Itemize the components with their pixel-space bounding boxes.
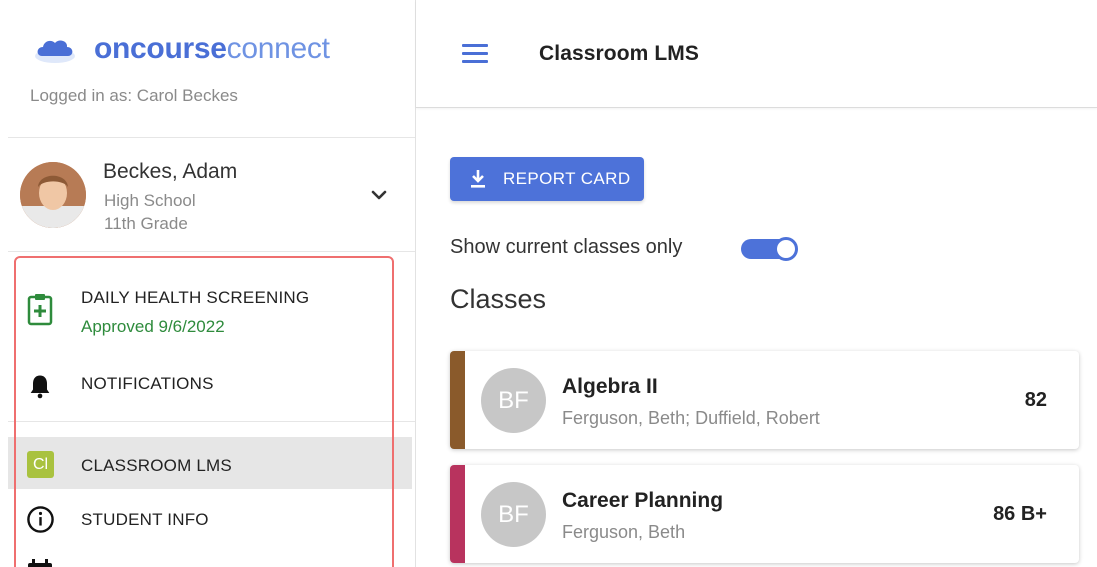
student-school: High School [104, 191, 196, 210]
student-profile[interactable]: Beckes, Adam High School 11th Grade [20, 158, 400, 238]
classes-heading: Classes [450, 284, 547, 314]
toggle-label: Show current classes only [450, 236, 683, 258]
class-card-algebra-ii[interactable]: BF Algebra II Ferguson, Beth; Duffield, … [450, 351, 1079, 449]
class-teacher: Ferguson, Beth; Duffield, Robert [562, 408, 820, 428]
current-classes-toggle[interactable] [741, 236, 799, 262]
class-color-stripe [450, 465, 465, 563]
class-name: Career Planning [562, 489, 724, 512]
sidebar-divider [8, 251, 415, 252]
class-grade: 86 B+ [993, 503, 1047, 525]
chevron-down-icon[interactable] [367, 183, 391, 207]
student-grade: 11th Grade [104, 214, 188, 233]
logo-wordmark: oncourseconnect [94, 34, 330, 64]
highlight-box [14, 256, 394, 567]
page-title: Classroom LMS [539, 42, 699, 65]
avatar [20, 162, 86, 228]
report-card-button[interactable]: REPORT CARD [450, 157, 644, 201]
class-initials-avatar: BF [481, 482, 546, 547]
menu-icon[interactable] [462, 44, 488, 64]
cloud-logo-icon [35, 40, 75, 63]
class-initials-avatar: BF [481, 368, 546, 433]
top-app-bar: Classroom LMS [416, 0, 1097, 108]
download-icon [471, 170, 485, 188]
sidebar: oncourseconnect Logged in as: Carol Beck… [0, 0, 416, 567]
logo-text-bold: oncourse [94, 32, 227, 65]
class-teacher: Ferguson, Beth [562, 522, 686, 542]
logo-text-light: connect [226, 32, 330, 65]
logged-in-label: Logged in as: Carol Beckes [30, 86, 238, 105]
class-color-stripe [450, 351, 465, 449]
class-grade: 82 [1024, 389, 1047, 411]
app-logo[interactable]: oncourseconnect [32, 34, 330, 64]
class-name: Algebra II [562, 375, 658, 398]
class-card-career-planning[interactable]: BF Career Planning Ferguson, Beth 86 B+ [450, 465, 1079, 563]
student-name: Beckes, Adam [103, 160, 238, 183]
report-card-label: REPORT CARD [503, 169, 631, 188]
sidebar-divider [8, 137, 415, 138]
toggle-knob [774, 237, 798, 261]
